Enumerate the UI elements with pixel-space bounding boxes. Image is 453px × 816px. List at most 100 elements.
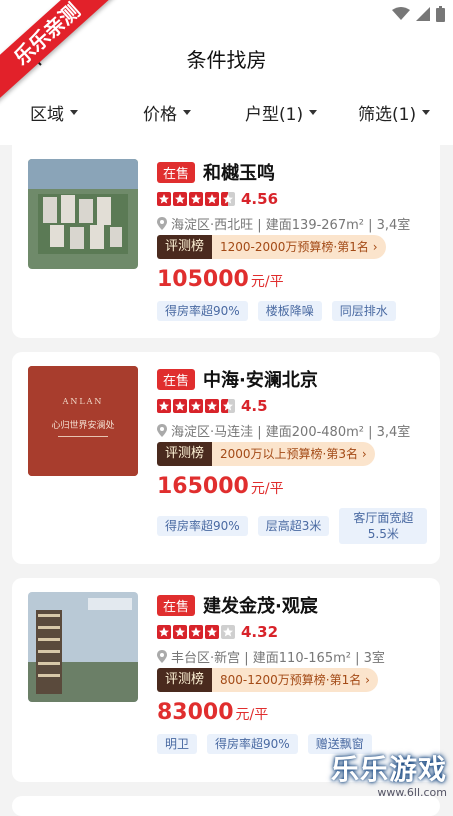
filter-region[interactable]: 区域 [30,100,78,125]
filter-more[interactable]: 筛选(1) [358,100,431,125]
price-unit: 元/平 [250,274,284,290]
signal-icon [416,7,430,21]
rank-tag: 评测榜 [157,668,213,692]
status-badge: 在售 [157,368,196,390]
half-star-icon [221,192,235,206]
star-icon [173,192,187,206]
listing-info: 在售 和樾玉鸣 4.56 海淀区·西北旺 | 建面139-267m² | 3,4… [157,159,430,321]
listing-name: 中海·安澜北京 [203,370,318,391]
star-icon [205,625,219,639]
filter-region-label: 区域 [30,105,64,125]
star-icon [173,625,187,639]
location-pin-icon [157,216,167,230]
listing-info: 在售 中海·安澜北京 4.5 海淀区·马连洼 | 建面200-480m² | 3… [157,366,430,544]
feature-tag: 层高超3米 [257,516,330,536]
price: 165000 [157,474,249,499]
rank-tag: 评测榜 [157,442,213,466]
rank-text-label: 2000万以上预算榜·第3名 [220,447,359,461]
rank-text: 1200-2000万预算榜·第1名 › [212,235,386,259]
page-title: 条件找房 [186,48,267,72]
feature-tag: 客厅面宽超5.5米 [339,508,428,544]
listing-thumbnail: ANLAN 心归世界安澜处 [28,366,138,476]
price-row: 83000 元/平 [157,700,430,728]
price-unit: 元/平 [235,707,269,723]
star-icon [157,399,171,413]
filter-bar: 区域 价格 户型(1) 筛选(1) [0,100,453,130]
listing-card-partial[interactable] [12,796,440,816]
chevron-right-icon: › [361,447,367,461]
listing-thumbnail [28,592,138,702]
filter-more-label: 筛选(1) [358,105,417,125]
thumb-slogan: 心归世界安澜处 [51,419,114,431]
feature-tag: 同层排水 [331,301,396,321]
feature-tags: 得房率超90% 层高超3米 客厅面宽超5.5米 [157,508,430,544]
price: 83000 [157,700,234,725]
listing-info: 在售 建发金茂·观宸 4.32 丰台区·新宫 | 建面110-165m² | 3… [157,592,430,754]
rating-score: 4.32 [241,623,279,641]
rank-tag: 评测榜 [157,235,213,259]
star-icon [189,625,203,639]
feature-tag: 得房率超90% [207,734,298,754]
price-row: 105000 元/平 [157,267,430,295]
filter-price[interactable]: 价格 [143,100,191,125]
caret-down-icon [70,110,78,115]
listing-name: 和樾玉鸣 [203,163,276,184]
caret-down-icon [309,110,318,115]
star-icon [205,399,219,413]
chevron-right-icon: › [365,673,370,687]
listing-thumbnail [28,159,138,269]
location-pin-icon [157,423,167,437]
listing-name: 建发金茂·观宸 [203,596,318,617]
status-badge: 在售 [157,594,196,616]
listing-meta: 丰台区·新宫 | 建面110-165m² | 3室 [157,646,430,666]
listing-meta: 海淀区·马连洼 | 建面200-480m² | 3,4室 [157,420,430,440]
price-unit: 元/平 [250,481,284,497]
wifi-icon [392,7,410,20]
battery-icon [436,6,445,22]
watermark-logo: 乐乐游戏 [330,753,447,786]
half-star-icon [221,399,235,413]
star-rating [157,192,235,206]
star-icon [205,192,219,206]
watermark: 乐乐游戏 www.6ll.com [331,748,447,799]
caret-down-icon [422,110,431,115]
star-icon [189,192,203,206]
meta-text: 海淀区·西北旺 | 建面139-267m² | 3,4室 [171,217,411,233]
star-icon [157,625,171,639]
status-badge: 在售 [157,161,196,183]
rank-banner[interactable]: 评测榜 800-1200万预算榜·第1名 › [157,668,430,692]
rating-score: 4.5 [241,397,268,415]
rank-text-label: 1200-2000万预算榜·第1名 [220,240,369,254]
price: 105000 [157,267,249,292]
filter-layout[interactable]: 户型(1) [245,100,318,125]
star-rating [157,625,235,639]
feature-tag: 楼板降噪 [257,301,322,321]
feature-tag: 得房率超90% [157,516,248,536]
caret-down-icon [183,110,191,115]
rating-score: 4.56 [241,190,279,208]
rank-banner[interactable]: 评测榜 1200-2000万预算榜·第1名 › [157,235,430,259]
price-row: 165000 元/平 [157,474,430,502]
star-icon [189,399,203,413]
status-bar [392,6,445,22]
star-icon [157,192,171,206]
filter-price-label: 价格 [143,105,177,125]
feature-tag: 得房率超90% [157,301,248,321]
rank-text: 800-1200万预算榜·第1名 › [212,668,378,692]
meta-text: 丰台区·新宫 | 建面110-165m² | 3室 [171,650,385,666]
rank-banner[interactable]: 评测榜 2000万以上预算榜·第3名 › [157,442,430,466]
filter-layout-label: 户型(1) [245,105,304,125]
feature-tags: 得房率超90% 楼板降噪 同层排水 [157,301,430,321]
chevron-right-icon: › [372,240,378,254]
star-icon [173,399,187,413]
listing-card[interactable]: 在售 和樾玉鸣 4.56 海淀区·西北旺 | 建面139-267m² | 3,4… [12,145,440,338]
listing-meta: 海淀区·西北旺 | 建面139-267m² | 3,4室 [157,213,430,233]
feature-tag: 明卫 [157,734,198,754]
star-rating [157,399,235,413]
listing-card[interactable]: ANLAN 心归世界安澜处 在售 中海·安澜北京 4.5 海淀区·马连洼 | 建… [12,352,440,564]
thumb-brand: ANLAN [62,397,104,406]
meta-text: 海淀区·马连洼 | 建面200-480m² | 3,4室 [171,424,411,440]
rank-text-label: 800-1200万预算榜·第1名 [220,673,362,687]
location-pin-icon [157,649,167,663]
rank-text: 2000万以上预算榜·第3名 › [212,442,375,466]
